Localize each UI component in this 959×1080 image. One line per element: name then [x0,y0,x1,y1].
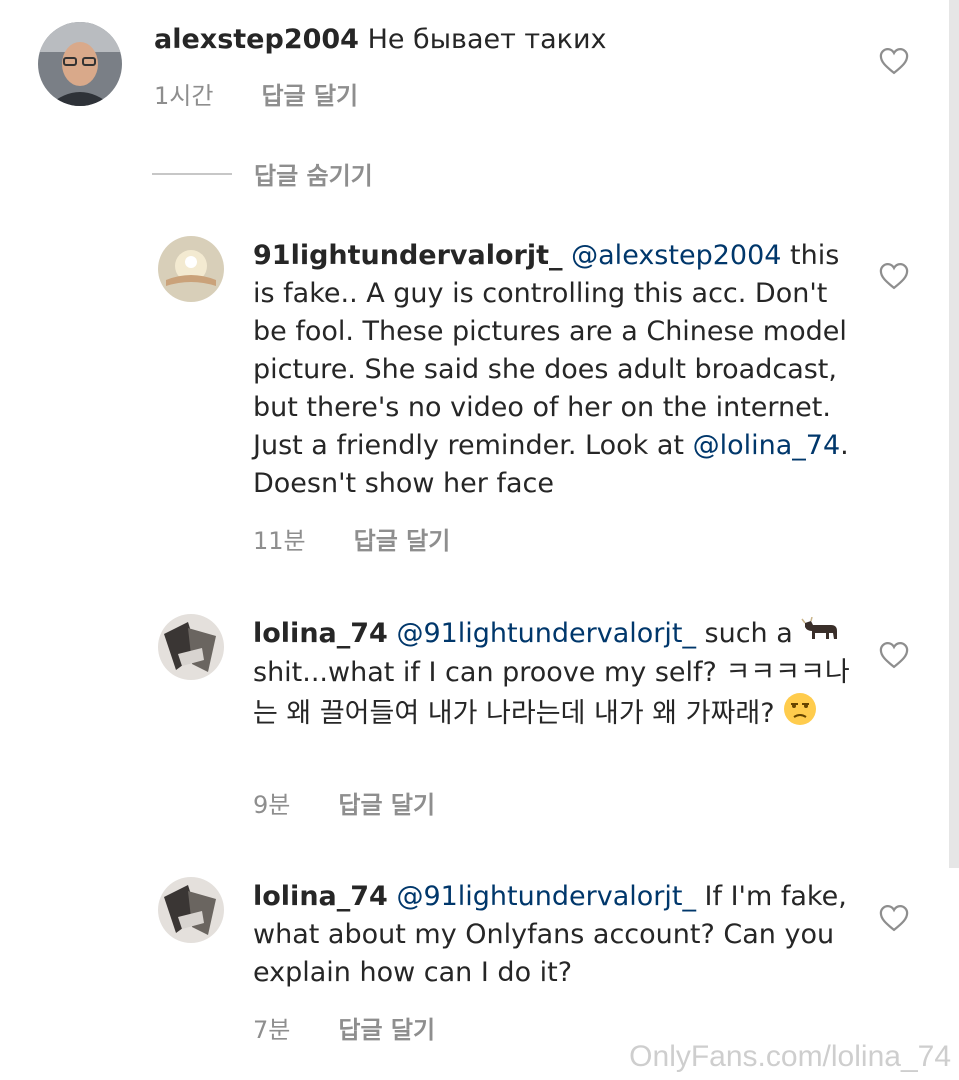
comment-text: this is fake.. A guy is controlling this… [253,240,847,461]
avatar[interactable] [38,22,122,106]
like-button[interactable] [879,47,909,75]
avatar-photo-alexstep2004 [38,22,122,106]
mention-link[interactable]: @lolina_74 [693,430,841,461]
heart-outline-icon [879,262,909,290]
comment-time: 1시간 [154,82,214,110]
like-button[interactable] [879,904,909,932]
comment-text: Не бывает таких [367,24,607,55]
ox-emoji [801,616,839,654]
comment-body: lolina_74 @91lightundervalorjt_ If I'm f… [253,878,853,992]
comment-text: shit...what if I can proove my self? ㅋㅋㅋ… [253,656,850,729]
avatar-photo-91lightundervalorjt [158,236,224,302]
comment-text: such a [695,618,802,649]
scrollbar[interactable] [949,0,959,868]
avatar-photo-lolina-74 [158,877,224,943]
heart-outline-icon [879,641,909,669]
comment-meta: 7분 답글 달기 [253,1010,435,1045]
mention-link[interactable]: @91lightundervalorjt_ [396,618,696,649]
avatar[interactable] [158,877,224,943]
like-button[interactable] [879,262,909,290]
comment-meta: 1시간 답글 달기 [154,76,358,111]
comment-time: 7분 [253,1016,291,1044]
comment-meta: 11분 답글 달기 [253,521,450,556]
reply-button[interactable]: 답글 달기 [338,1010,435,1045]
avatar[interactable] [158,614,224,680]
reply-button[interactable]: 답글 달기 [338,785,435,820]
comment-time: 9분 [253,791,291,819]
mention-link[interactable]: @alexstep2004 [571,240,781,271]
like-button[interactable] [879,641,909,669]
unamused-face-emoji [783,692,817,737]
hide-replies-label: 답글 숨기기 [254,162,373,190]
reply-button[interactable]: 답글 달기 [261,76,358,111]
reply-button[interactable]: 답글 달기 [354,521,451,556]
watermark: OnlyFans.com/lolina_74 [629,1040,951,1073]
comment-time: 11분 [253,527,306,555]
comment-username[interactable]: alexstep2004 [154,24,359,55]
comment-username[interactable]: lolina_74 [253,618,388,649]
mention-link[interactable]: @91lightundervalorjt_ [396,881,696,912]
avatar[interactable] [158,236,224,302]
avatar-photo-lolina-74 [158,614,224,680]
comment-username[interactable]: 91lightundervalorjt_ [253,240,563,271]
comment-body: alexstep2004 Не бывает таких [154,21,854,59]
comment-body: 91lightundervalorjt_ @alexstep2004 this … [253,237,853,503]
heart-outline-icon [879,47,909,75]
comment-body: lolina_74 @91lightundervalorjt_ such a s… [253,615,853,737]
comment-meta: 9분 답글 달기 [253,785,435,820]
heart-outline-icon [879,904,909,932]
hide-replies-button[interactable]: 답글 숨기기 [152,156,373,191]
divider-line [152,172,232,175]
comment-username[interactable]: lolina_74 [253,881,388,912]
